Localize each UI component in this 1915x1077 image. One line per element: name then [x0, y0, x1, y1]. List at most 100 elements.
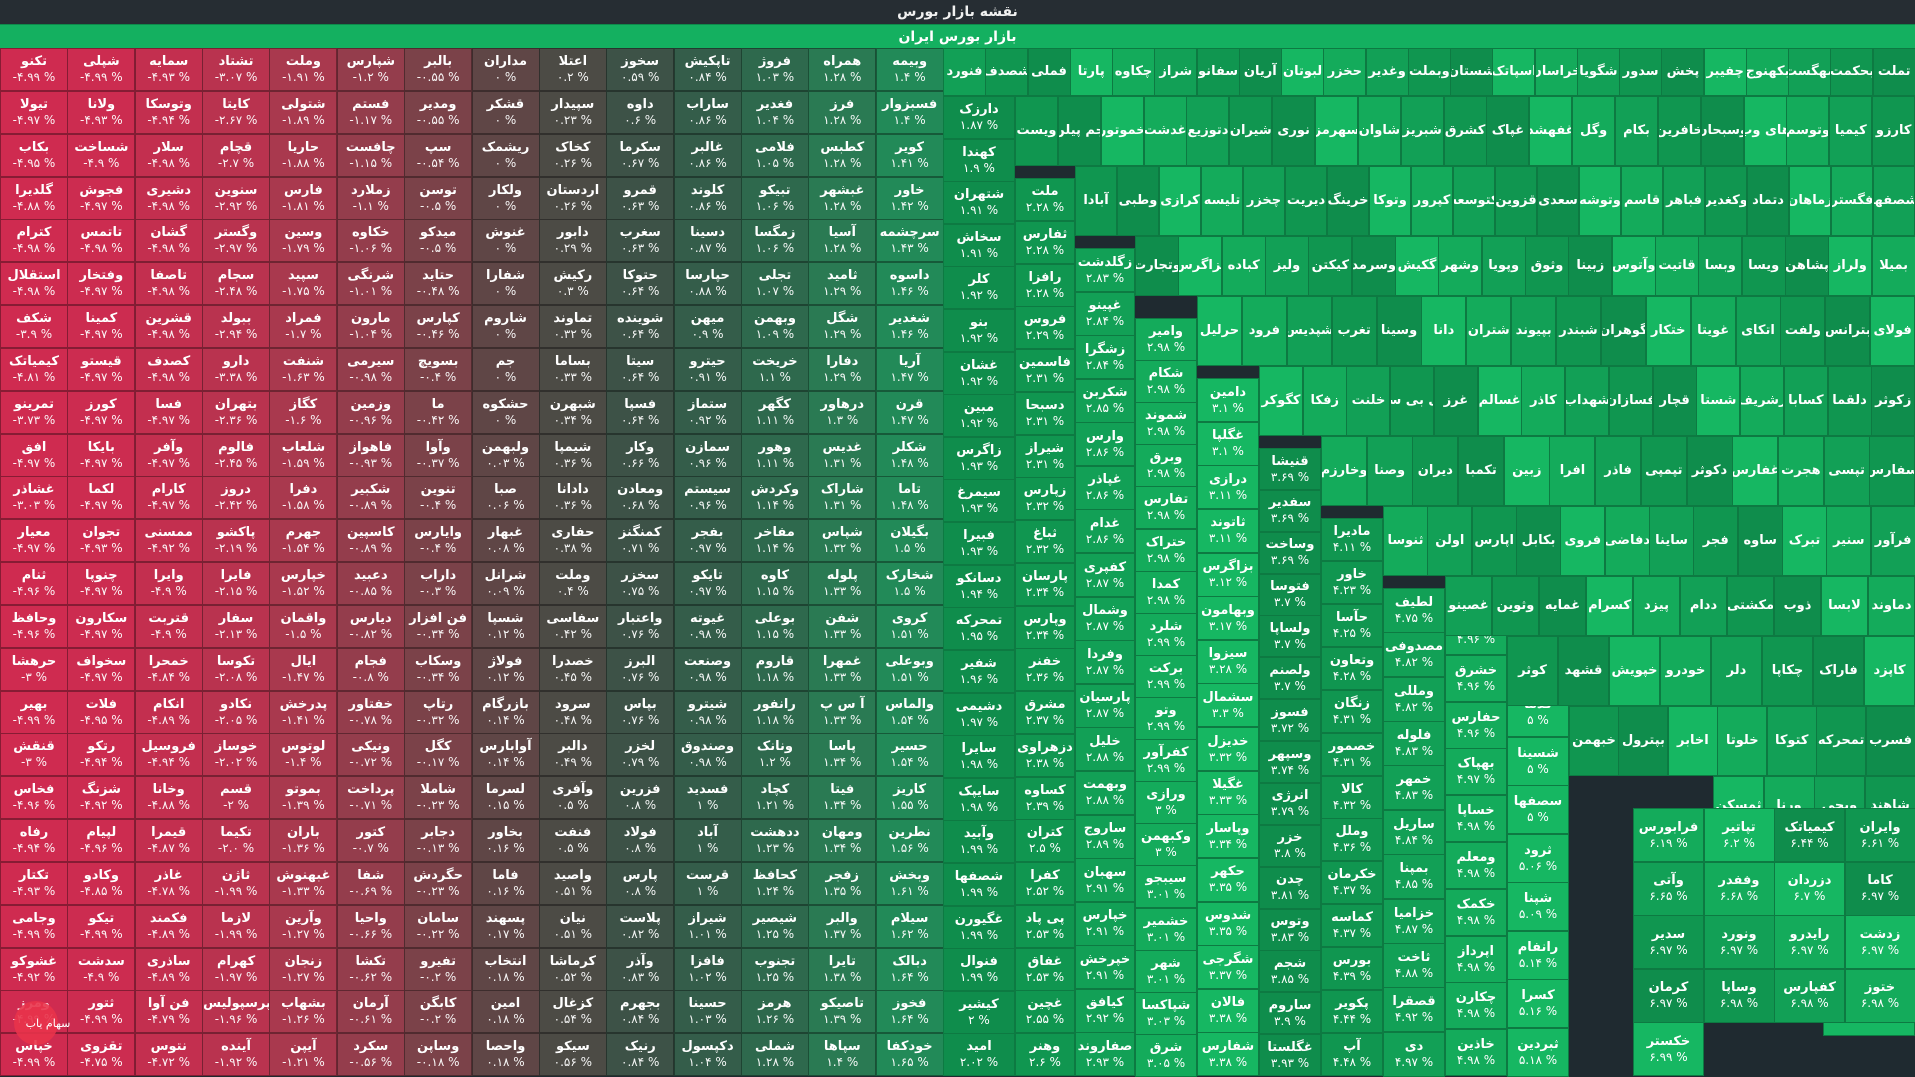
stock-tile[interactable]: سیتا۰.۶۴ % [606, 348, 674, 391]
stock-tile[interactable]: ددهشت۱.۲۳ % [741, 819, 809, 862]
stock-tile[interactable]: شاملا-۰.۲۳ % [404, 776, 472, 819]
stock-tile[interactable]: فاراک [1813, 636, 1864, 706]
stock-tile[interactable]: سفانو [1197, 48, 1240, 96]
stock-tile[interactable]: فسدید۱ % [674, 776, 742, 819]
stock-tile[interactable]: شیصیر۱.۲۵ % [741, 905, 809, 948]
stock-tile[interactable]: سرچشمه۱.۴۳ % [876, 219, 944, 262]
stock-tile[interactable]: خکرمان۴.۳۷ % [1321, 861, 1383, 904]
stock-tile[interactable]: غگیلا۳.۳۳ % [1197, 771, 1259, 815]
stock-tile[interactable]: مکشتی [1727, 576, 1774, 636]
stock-tile[interactable]: جم۰ % [472, 348, 540, 391]
stock-tile[interactable]: های وب [1744, 96, 1787, 166]
stock-tile[interactable]: غدشت [1144, 96, 1187, 166]
stock-tile[interactable]: ثنام-۴.۹۶ % [0, 562, 68, 605]
stock-tile[interactable]: وبوعلی۱.۵۱ % [876, 648, 944, 691]
stock-tile[interactable]: بکابل [1516, 506, 1561, 576]
stock-tile[interactable]: وبهمت۲.۸۸ % [1075, 771, 1135, 815]
stock-tile[interactable]: شرنگی-۱.۰۱ % [337, 262, 405, 305]
stock-tile[interactable]: شسپا۰.۱۲ % [472, 605, 540, 648]
stock-tile[interactable]: وبهامون۳.۱۷ % [1197, 596, 1259, 640]
stock-tile[interactable]: ملت۲.۲۸ % [1015, 178, 1075, 221]
stock-tile[interactable]: سیلام۱.۶۲ % [876, 905, 944, 948]
stock-tile[interactable]: ولیز [1265, 236, 1309, 296]
stock-tile[interactable]: تپمپی [1641, 436, 1687, 506]
stock-tile[interactable]: پلاست۰.۸۲ % [606, 905, 674, 948]
stock-tile[interactable]: حخزر [1323, 48, 1366, 96]
stock-tile[interactable]: خصمور۴.۳۱ % [1321, 733, 1383, 776]
stock-tile[interactable]: کروی۱.۵۱ % [876, 605, 944, 648]
stock-tile[interactable]: حآسا۴.۲۵ % [1321, 604, 1383, 647]
stock-tile[interactable]: شدوس۳.۳۵ % [1197, 902, 1259, 946]
stock-tile[interactable]: پکویر۴.۴۴ % [1321, 990, 1383, 1033]
stock-tile[interactable]: فاما۰.۱۶ % [472, 862, 540, 905]
stock-tile[interactable]: کوثر [1507, 636, 1558, 706]
market-header[interactable]: بازار بورس ایران [0, 24, 1915, 50]
stock-tile[interactable]: ساروج۲.۸۹ % [1075, 815, 1135, 859]
stock-tile[interactable]: ونیکی-۰.۷۲ % [337, 733, 405, 776]
stock-tile[interactable]: شپدیس [1287, 296, 1332, 366]
stock-tile[interactable]: وتوسم [1786, 96, 1829, 166]
stock-tile[interactable]: وملت-۱.۹۱ % [269, 48, 337, 91]
stock-tile[interactable]: ولانا-۴.۹۳ % [67, 91, 135, 134]
stock-tile[interactable]: ساراب۰.۸۶ % [674, 91, 742, 134]
stock-tile[interactable]: شیمپا۰.۳۶ % [539, 434, 607, 477]
stock-tile[interactable]: وپارس۲.۳۴ % [1015, 606, 1075, 649]
stock-tile[interactable]: وآبید۱.۹۹ % [943, 820, 1015, 863]
stock-tile[interactable]: فروسیل-۴.۹۴ % [135, 733, 203, 776]
stock-tile[interactable]: شوینده۰.۶۴ % [606, 305, 674, 348]
stock-tile[interactable]: استقلال-۴.۹۸ % [0, 262, 68, 305]
stock-tile[interactable]: کورز-۴.۹۷ % [67, 391, 135, 434]
stock-tile[interactable]: شپارس-۱.۲ % [337, 48, 405, 91]
stock-tile[interactable]: لطیف۴.۷۵ % [1383, 588, 1445, 633]
stock-tile[interactable]: غپاذر۲.۸۶ % [1075, 466, 1135, 510]
stock-tile[interactable]: زبینا [1568, 236, 1612, 296]
stock-tile[interactable]: چنوپا-۴.۹۷ % [67, 562, 135, 605]
stock-tile[interactable]: کاپزد [1864, 636, 1915, 706]
stock-tile[interactable]: کویر۱.۴۱ % [876, 134, 944, 177]
stock-tile[interactable]: معیار-۴.۹۷ % [0, 519, 68, 562]
stock-tile[interactable]: خلیل۲.۸۸ % [1075, 727, 1135, 771]
stock-tile[interactable]: خساپا۴.۹۸ % [1445, 795, 1507, 842]
stock-tile[interactable]: پارس۰.۸ % [606, 862, 674, 905]
stock-tile[interactable]: شیران [1229, 96, 1272, 166]
stock-tile[interactable]: ورازی۳ % [1135, 781, 1197, 824]
stock-tile[interactable]: شاوان [1358, 96, 1401, 166]
stock-tile[interactable]: خاذین۴.۹۸ % [1445, 1029, 1507, 1076]
stock-tile[interactable]: پلوله۱.۳۳ % [808, 562, 876, 605]
stock-tile[interactable]: سامان-۰.۲۲ % [404, 905, 472, 948]
stock-tile[interactable]: غپینو۲.۸۴ % [1075, 292, 1135, 336]
stock-tile[interactable]: کیکتن [1308, 236, 1352, 296]
stock-tile[interactable]: غشان۱.۹۲ % [943, 352, 1015, 395]
stock-tile[interactable]: سایپک۱.۹۸ % [943, 778, 1015, 821]
stock-tile[interactable]: جم پیلن [1058, 96, 1101, 166]
stock-tile[interactable]: خکستر۶.۹۹ % [1633, 1022, 1704, 1076]
stock-tile[interactable]: فلوله۴.۸۳ % [1383, 721, 1445, 766]
stock-tile[interactable]: وصندوق۰.۹۸ % [674, 733, 742, 776]
stock-tile[interactable]: وتجارت [1135, 236, 1179, 296]
stock-tile[interactable]: جهرم-۱.۵۴ % [269, 519, 337, 562]
stock-tile[interactable]: بشهاب-۱.۲۶ % [269, 990, 337, 1033]
stock-tile[interactable]: ومعادن۰.۶۸ % [606, 476, 674, 519]
stock-tile[interactable]: کلوند۰.۸۶ % [674, 177, 742, 220]
stock-tile[interactable]: سنیر [1826, 506, 1871, 576]
stock-tile[interactable]: وتو۲.۹۹ % [1135, 697, 1197, 740]
stock-tile[interactable]: اخابر [1668, 706, 1718, 776]
stock-tile[interactable]: غبشهر۱.۲۸ % [808, 177, 876, 220]
stock-tile[interactable]: همراه۱.۲۸ % [808, 48, 876, 91]
stock-tile[interactable]: ثبردین۵.۱۸ % [1507, 1028, 1569, 1077]
stock-tile[interactable]: وهور۱.۱۱ % [741, 434, 809, 477]
stock-tile[interactable]: بزاگرس۳.۱۲ % [1197, 553, 1259, 597]
stock-tile[interactable]: بجهرم۰.۸۴ % [606, 990, 674, 1033]
stock-tile[interactable]: غفهشد [1529, 96, 1572, 166]
stock-tile[interactable]: فولای [1870, 296, 1915, 366]
stock-tile[interactable]: سخواف-۴.۹۷ % [67, 648, 135, 691]
stock-tile[interactable]: فنفت۰.۵ % [539, 819, 607, 862]
stock-tile[interactable]: سدشت-۴.۹ % [67, 948, 135, 991]
stock-tile[interactable]: غگلپا۳.۱ % [1197, 422, 1259, 466]
stock-tile[interactable]: تغرب [1332, 296, 1377, 366]
stock-tile[interactable]: وسپهر۳.۷۴ % [1259, 741, 1321, 783]
stock-tile[interactable]: غمایه [1539, 576, 1586, 636]
stock-tile[interactable]: وایران۶.۶۱ % [1845, 808, 1915, 862]
stock-tile[interactable]: تمحرکه۱.۹۵ % [943, 607, 1015, 650]
stock-tile[interactable]: وایارس-۰.۴ % [404, 519, 472, 562]
